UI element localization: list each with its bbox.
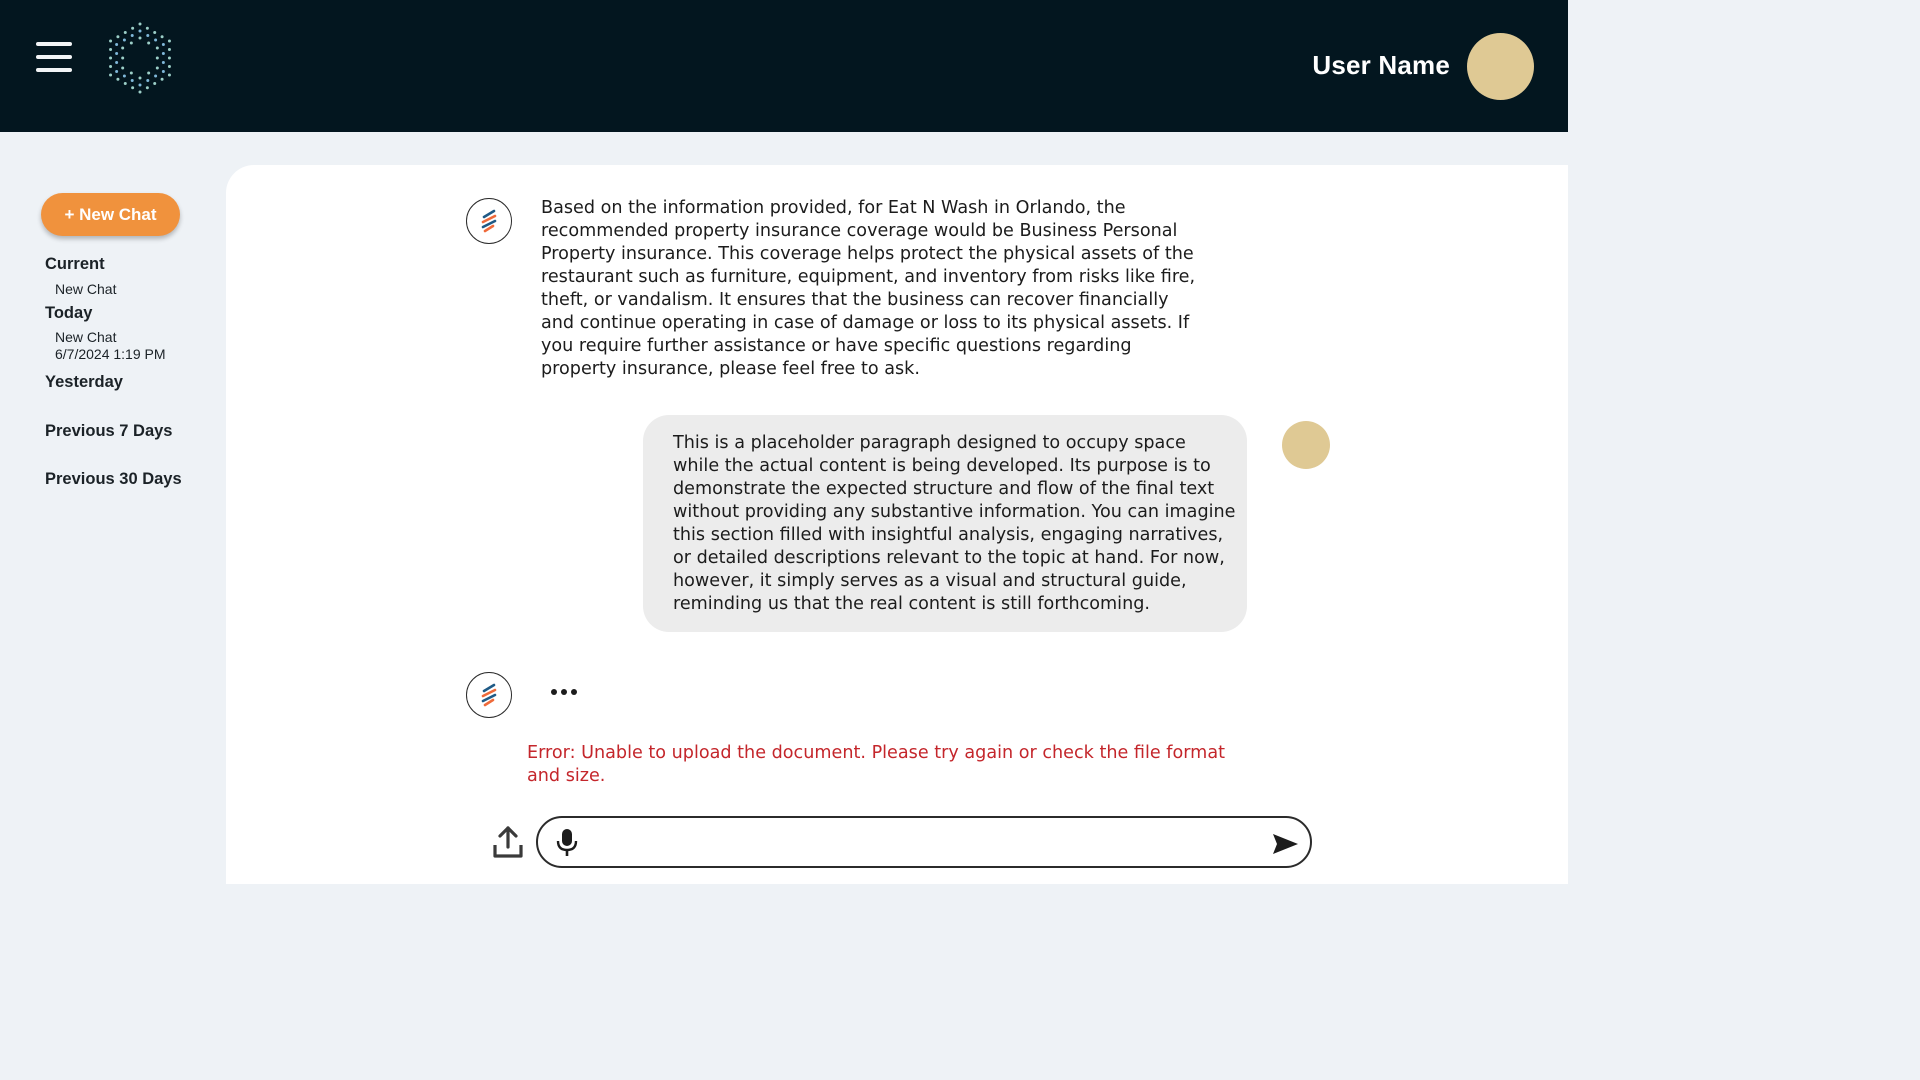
- chat-panel: Based on the information provided, for E…: [226, 165, 1568, 884]
- new-chat-button[interactable]: + New Chat: [41, 193, 180, 236]
- sidebar-heading-yesterday: Yesterday: [45, 373, 123, 391]
- sidebar-item-new-chat-current[interactable]: New Chat: [55, 281, 116, 298]
- bot-avatar: [466, 198, 512, 244]
- stacked-stripes-icon: [481, 209, 497, 233]
- user-name: User Name: [1312, 50, 1450, 80]
- message-input-box: [536, 816, 1312, 868]
- stacked-stripes-icon: [481, 683, 497, 707]
- hexagon-dots-logo: [109, 22, 171, 94]
- bot-avatar-typing: [466, 672, 512, 718]
- user-message-bubble: This is a placeholder paragraph designed…: [643, 415, 1247, 632]
- assistant-message: Based on the information provided, for E…: [541, 198, 1196, 379]
- top-header: User Name: [0, 0, 1568, 132]
- sidebar-heading-today: Today: [45, 304, 93, 322]
- hamburger-menu-icon[interactable]: [36, 42, 72, 72]
- sidebar-item-timestamp[interactable]: 6/7/2024 1:19 PM: [55, 346, 166, 363]
- sidebar-heading-previous-30-days: Previous 30 Days: [45, 470, 182, 488]
- user-message-avatar: [1282, 421, 1330, 469]
- user-message: This is a placeholder paragraph designed…: [673, 433, 1236, 614]
- upload-icon[interactable]: [492, 825, 524, 859]
- microphone-icon[interactable]: [556, 828, 578, 858]
- sidebar: + New Chat Current New Chat Today New Ch…: [0, 132, 226, 884]
- user-avatar[interactable]: [1467, 33, 1534, 100]
- sidebar-heading-previous-7-days: Previous 7 Days: [45, 422, 173, 440]
- chat-message-input[interactable]: [592, 826, 1256, 860]
- sidebar-heading-current: Current: [45, 255, 105, 273]
- send-icon[interactable]: [1271, 832, 1299, 856]
- error-message: Error: Unable to upload the document. Pl…: [527, 743, 1225, 786]
- typing-indicator: [551, 689, 581, 697]
- sidebar-item-new-chat-today[interactable]: New Chat: [55, 329, 116, 346]
